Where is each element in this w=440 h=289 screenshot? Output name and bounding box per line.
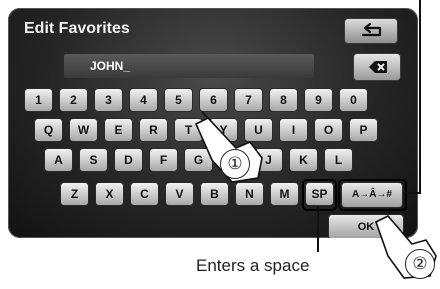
callout-2: ②	[405, 249, 435, 279]
annotation-lines	[194, 0, 437, 279]
callout-1: ①	[220, 149, 250, 179]
space-caption: Enters a space	[196, 256, 310, 275]
